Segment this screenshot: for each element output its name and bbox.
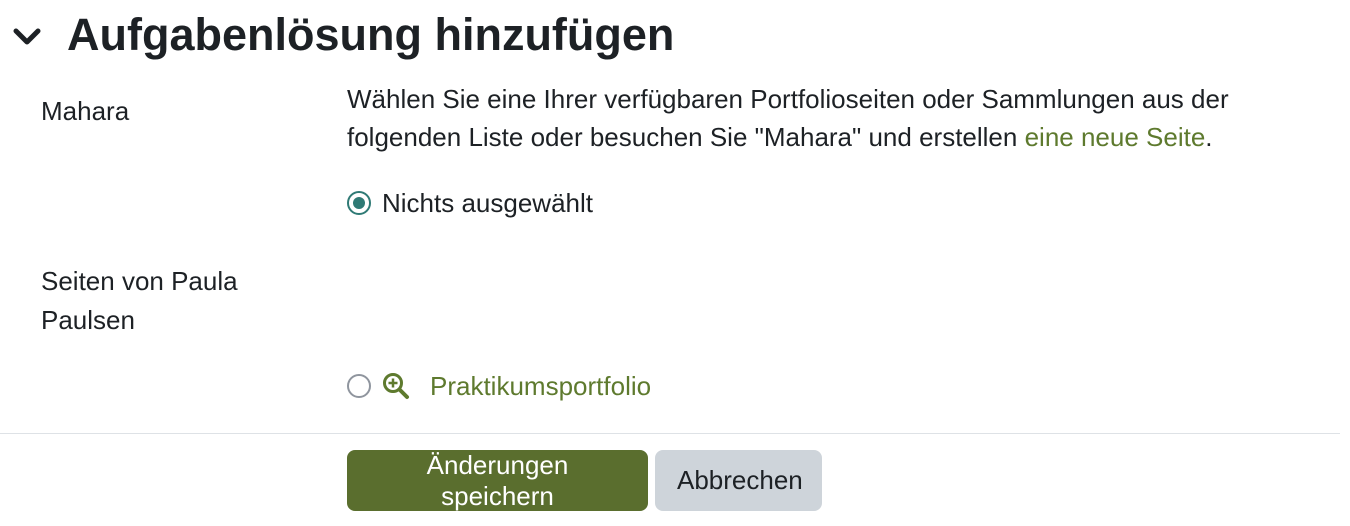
form-divider (0, 433, 1340, 434)
collapse-toggle[interactable] (12, 24, 42, 50)
page-link-praktikumsportfolio[interactable]: Praktikumsportfolio (430, 367, 651, 405)
radio-none-label: Nichts ausgewählt (382, 188, 593, 218)
pages-label: Seiten von Paula Paulsen (41, 266, 238, 335)
description-end: . (1205, 122, 1213, 152)
option-none[interactable]: Nichts ausgewählt (347, 184, 593, 222)
chevron-down-icon (13, 28, 41, 45)
mahara-label: Mahara (41, 96, 130, 126)
option-page[interactable]: Praktikumsportfolio (347, 367, 651, 405)
save-button[interactable]: Änderungen speichern (347, 450, 648, 511)
section-title: Aufgabenlösung hinzufügen (67, 9, 675, 60)
radio-page[interactable] (347, 374, 371, 398)
zoom-in-icon[interactable] (382, 372, 410, 400)
mahara-description: Wählen Sie eine Ihrer verfügbaren Portfo… (347, 80, 1347, 156)
radio-none[interactable] (347, 191, 371, 215)
cancel-button[interactable]: Abbrechen (655, 450, 822, 511)
new-page-link[interactable]: eine neue Seite (1025, 122, 1206, 152)
